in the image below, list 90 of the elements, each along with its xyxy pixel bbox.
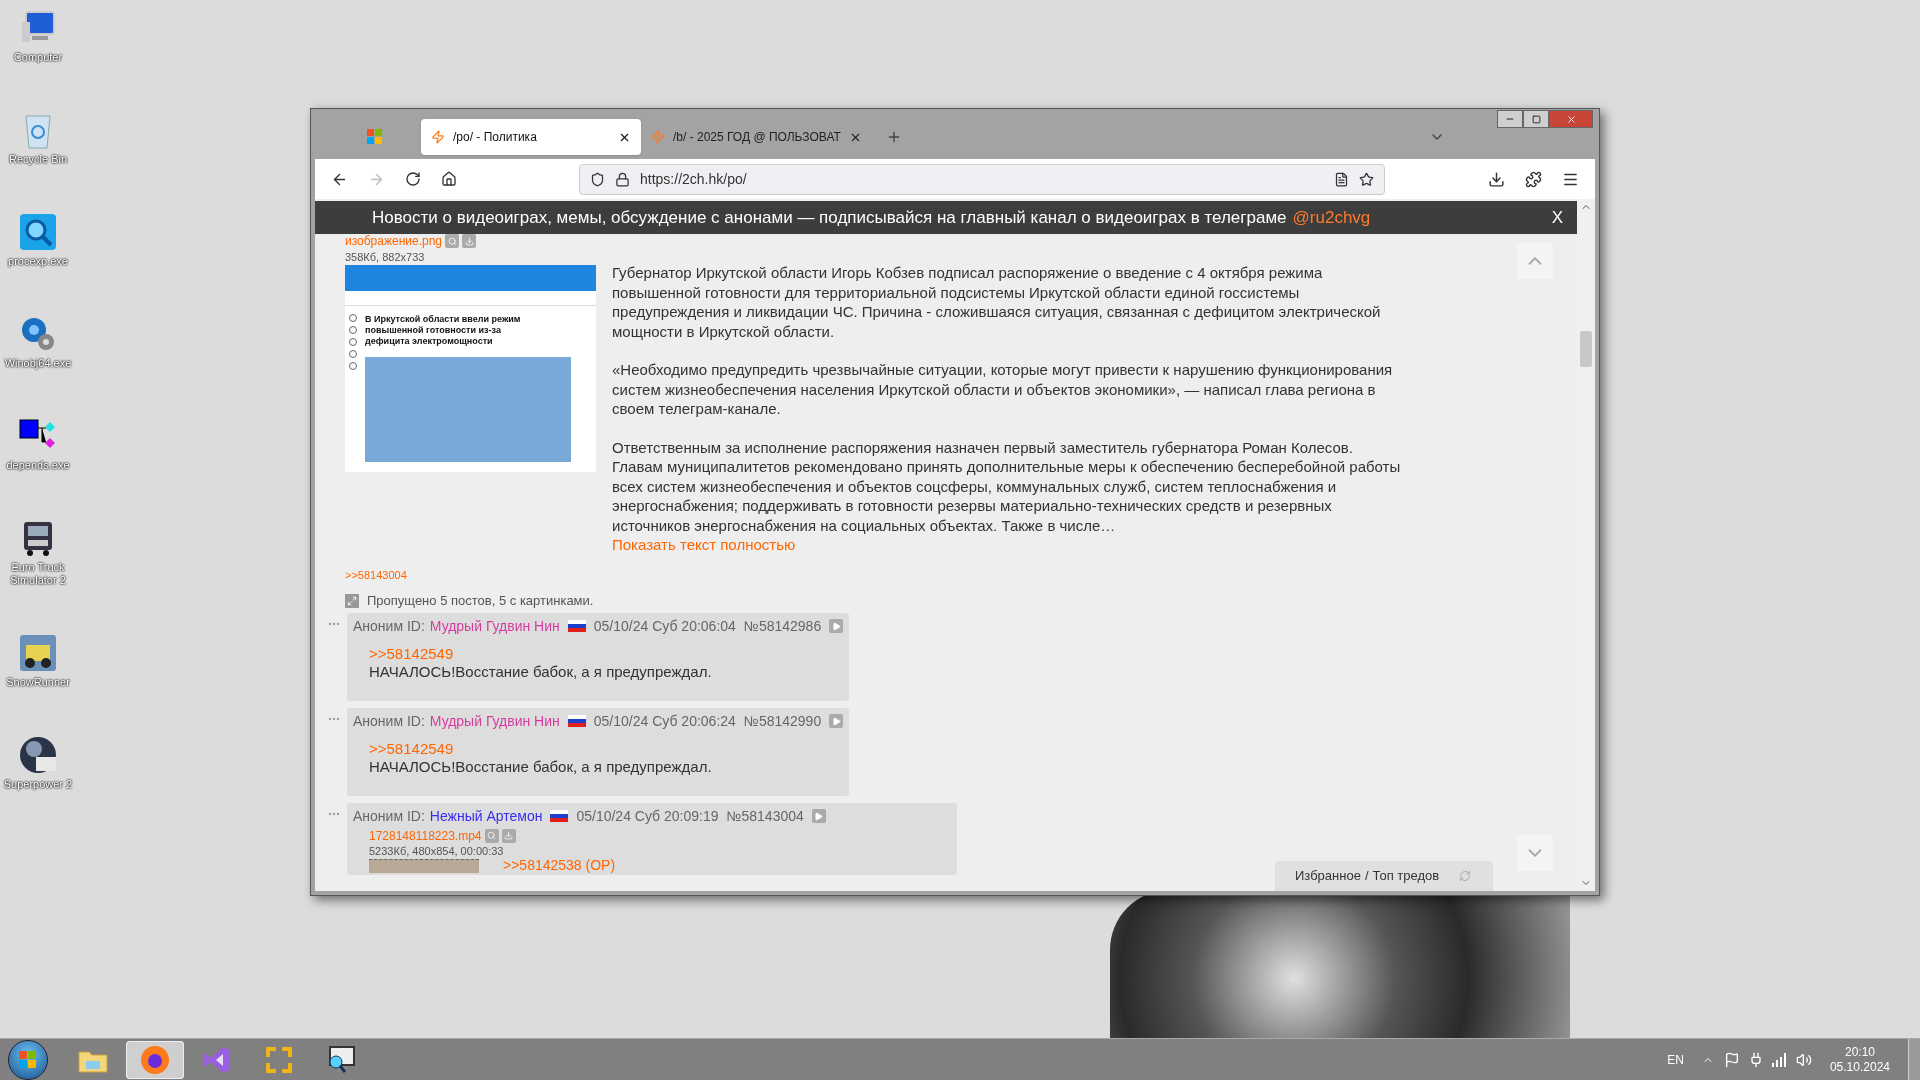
post-date: 05/10/24 Суб 20:09:19 — [576, 807, 719, 825]
file-info: 5233Кб, 480x854, 00:00:33 — [369, 844, 504, 858]
scroll-down-button[interactable] — [1517, 835, 1553, 871]
flag-icon[interactable] — [1723, 1051, 1740, 1068]
post-date: 05/10/24 Суб 20:06:24 — [593, 712, 736, 730]
poster-name[interactable]: Мудрый Гудвин Нин — [429, 617, 560, 635]
desktop-icon-label[interactable]: Recycle Bin — [1, 153, 75, 166]
magnifier-icon — [18, 212, 58, 252]
desktop-icon-label[interactable]: SnowRunner — [1, 676, 75, 689]
download-button[interactable] — [501, 828, 516, 843]
play-icon — [831, 716, 841, 726]
post-number[interactable]: №58142986 — [743, 617, 822, 635]
snow-truck-icon — [18, 633, 58, 673]
minimize-button[interactable] — [1497, 110, 1523, 128]
post-paragraph: «Необходимо предупредить чрезвычайные ситуации, которые могут привести к нарушению функционирования систем жизнеобеспечения населения Иркутской области и объектов экономики», — написал глава региона в своем телеграм-канале. — [612, 360, 1394, 419]
browser-tab[interactable]: /po/ - Политика — [421, 119, 641, 155]
banner-text: Новости о видеоиграх, мемы, обсуждение с анонами — подписывайся на главный канал о видеоиграх в телеграме — [372, 206, 1287, 229]
lightning-icon — [431, 130, 445, 144]
lock-icon[interactable] — [615, 171, 630, 187]
download-icon[interactable] — [1488, 170, 1505, 188]
favorites-tab[interactable]: Избранное — [1295, 866, 1361, 886]
clock-date[interactable]: 05.10.2024 — [1829, 1059, 1890, 1075]
file-info: 358Кб, 882x733 — [345, 250, 425, 264]
separator-text: / — [1364, 867, 1369, 886]
search-button[interactable] — [484, 828, 499, 843]
address-bar[interactable]: https://2ch.hk/po/ — [579, 163, 1385, 195]
search-button[interactable] — [445, 234, 460, 248]
clock-time[interactable]: 20:10 — [1844, 1044, 1875, 1060]
maximize-button[interactable] — [1523, 110, 1549, 128]
volume-icon[interactable] — [1795, 1051, 1812, 1068]
scroll-up-button[interactable] — [1517, 243, 1553, 279]
telegram-link[interactable]: @ru2chvg — [1292, 204, 1371, 231]
author-label: Аноним ID: — [353, 617, 425, 635]
reader-view-icon[interactable] — [1334, 171, 1349, 187]
poster-name[interactable]: Нежный Артемон — [429, 807, 543, 825]
flag-icon — [567, 620, 586, 632]
lightning-icon — [651, 130, 665, 144]
post-number[interactable]: №58142990 — [743, 712, 822, 730]
author-label: Аноним ID: — [353, 712, 425, 730]
tab-title: /po/ - Политика — [453, 129, 538, 146]
browser-tab[interactable]: /b/ - 2025 ГОД @ ПОЛЬЗОВАТ — [641, 119, 872, 155]
desktop-icon-label[interactable]: Euro Truck Simulator 2 — [1, 561, 75, 587]
bookmark-star-icon[interactable] — [1359, 171, 1374, 187]
globe-icon — [18, 735, 58, 775]
desktop-icon-label[interactable]: Winobj64.exe — [1, 357, 75, 370]
article-headline: В Иркутской области ввели режим повышенной готовности из-за дефицита электромощности — [365, 314, 522, 347]
post-text: НАЧАЛОСЬ!Восстание бабок, а я предупреждал. — [369, 662, 713, 681]
extensions-icon[interactable] — [1525, 170, 1542, 188]
play-icon — [831, 621, 841, 631]
taskbar-app-button[interactable] — [126, 1040, 184, 1079]
play-button[interactable] — [829, 714, 844, 728]
expand-icon[interactable] — [345, 593, 359, 608]
post-paragraph: Губернатор Иркутской области Игорь Кобзев подписал распоряжение о введение с 4 октября режима повышенной готовности для территориальной подсистемы Иркутской области единой госсистемы предупреждения и ликвидации ЧС. Причина - сложившаяся ситуация, связанная с дефицитом электрической мощности в Иркутской области. — [612, 263, 1382, 341]
reload-icon[interactable] — [405, 171, 421, 187]
desktop-icon-label[interactable]: Computer — [1, 51, 75, 64]
language-indicator[interactable]: EN — [1667, 1050, 1684, 1069]
refresh-icon[interactable] — [1459, 870, 1472, 882]
post-number[interactable]: №58143004 — [726, 807, 804, 825]
skipped-posts-note[interactable]: Пропущено 5 постов, 5 с картинками. — [367, 591, 594, 611]
post-text: НАЧАЛОСЬ!Восстание бабок, а я предупреждал. — [369, 757, 713, 776]
home-icon[interactable] — [441, 171, 457, 187]
show-desktop-button[interactable] — [1908, 1038, 1920, 1080]
poster-name[interactable]: Мудрый Гудвин Нин — [429, 712, 560, 730]
play-button[interactable] — [811, 809, 826, 823]
top-threads-tab[interactable]: Топ тредов — [1372, 866, 1440, 886]
windows-logo-icon[interactable] — [367, 129, 383, 145]
windows-logo-icon — [19, 1050, 37, 1069]
play-button[interactable] — [829, 619, 844, 633]
video-thumbnail-placeholder[interactable] — [369, 858, 479, 873]
tab-title: /b/ - 2025 ГОД @ ПОЛЬЗОВАТ — [673, 129, 841, 146]
url-text: https://2ch.hk/po/ — [640, 169, 748, 189]
shield-icon[interactable] — [590, 171, 605, 187]
scrollbar-thumb[interactable] — [1580, 331, 1592, 367]
desktop-icon-label[interactable]: Superpower 2 — [1, 778, 75, 791]
signal-icon[interactable] — [1771, 1052, 1788, 1067]
banner-close-button[interactable]: X — [1551, 204, 1563, 231]
start-button[interactable] — [8, 1039, 48, 1080]
firefox-icon — [139, 1043, 171, 1076]
flag-icon — [550, 810, 569, 822]
download-button[interactable] — [462, 234, 477, 248]
play-icon — [814, 811, 824, 821]
desktop-icon-label[interactable]: procexp.exe — [1, 255, 75, 268]
desktop-icon-label[interactable]: depends.exe — [1, 459, 75, 472]
post-paragraph: Ответственным за исполнение распоряжения назначен первый заместитель губернатора Роман Колесов. Главам муниципалитетов рекомендовано принять дополнительные меры к обеспечению бесперебойной работы всех систем жизнеобеспечения и объектов соцсферы, коммунальных служб, систем теплоснабжения и энергоснабжения; поддерживать в готовности резервы материально-технических средств и резервных источников энергоснабжения на социальных объектах. Также в числе… — [612, 437, 1402, 535]
maximize-icon — [1531, 114, 1541, 124]
thumbnail-card[interactable]: В Иркутской области ввели режим повышенной готовности из-за дефицита электромощности — [345, 265, 596, 472]
author-label: Аноним ID: — [353, 807, 425, 825]
post-date: 05/10/24 Суб 20:06:04 — [593, 617, 736, 635]
flag-icon — [567, 715, 586, 727]
close-icon — [1565, 113, 1577, 125]
